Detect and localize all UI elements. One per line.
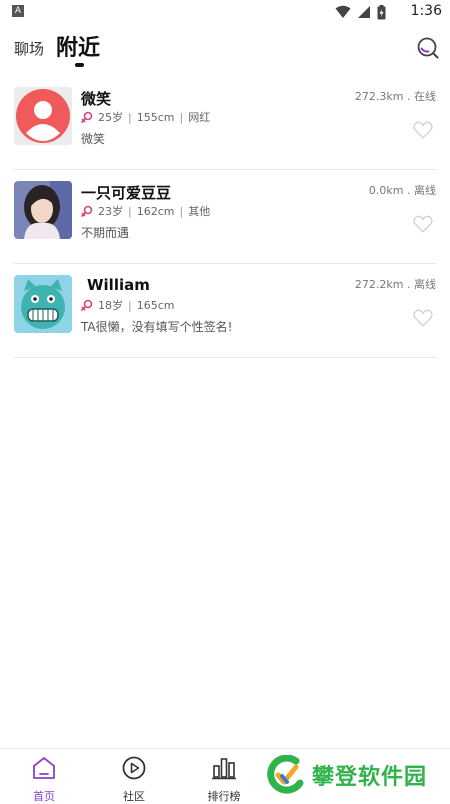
list-item[interactable]: 一只可爱豆豆 23岁 | 162cm | 其他 不期而遇 0.0km . 离线 [14,170,436,264]
distance-status: 272.3km . 在线 [354,90,436,103]
distance-status: 0.0km . 离线 [368,184,436,197]
user-signature: 不期而遇 [81,226,130,240]
user-age: 23岁 [98,205,123,218]
user-meta: 18岁 | 165cm [81,297,174,313]
list-item[interactable]: 微笑 25岁 | 155cm | 网红 微笑 272.3km . 在线 [14,76,436,170]
user-height: 155cm [136,110,175,124]
user-tag: 网红 [188,111,211,124]
female-icon [81,205,93,217]
user-meta: 23岁 | 162cm | 其他 [81,203,210,219]
user-tag: 其他 [188,205,211,218]
status-icons [335,4,386,20]
clock: 1:36 [410,3,442,19]
active-tab-indicator [75,63,84,67]
battery-icon [377,4,386,19]
user-age: 25岁 [98,111,123,124]
community-play-icon [122,756,146,780]
user-height: 165cm [136,298,175,312]
heart-icon[interactable] [412,307,434,329]
female-icon [81,299,93,311]
nav-community[interactable]: 社区 [104,755,164,804]
top-header: 聊场 附近 [0,28,450,72]
heart-icon[interactable] [412,119,434,141]
watermark-logo-icon [267,755,304,794]
nav-home-label: 首页 [33,790,55,803]
avatar[interactable] [14,87,72,145]
nav-home[interactable]: 首页 [14,755,74,804]
tab-plaza[interactable]: 聊场 [14,38,44,59]
watermark-text: 攀登软件园 [312,765,428,790]
user-signature: 微笑 [81,132,106,146]
avatar[interactable] [14,181,72,239]
user-name: William [87,276,150,294]
nav-ranking[interactable]: 排行榜 [194,755,254,804]
user-meta: 25岁 | 155cm | 网红 [81,109,210,125]
user-age: 18岁 [98,299,123,312]
user-signature: TA很懒，没有填写个性签名! [81,320,233,334]
home-icon [33,757,55,779]
wifi-icon [335,5,351,18]
notification-icon: A [12,5,24,17]
distance-status: 272.2km . 离线 [354,278,436,291]
cartoon-cat-avatar [14,275,72,333]
heart-icon[interactable] [412,213,434,235]
nav-community-label: 社区 [123,790,145,803]
watermark: 攀登软件园 [266,752,446,798]
signal-icon [358,6,370,18]
ranking-bars-icon [212,758,236,780]
tab-nearby[interactable]: 附近 [56,30,100,62]
list-item[interactable]: William 18岁 | 165cm TA很懒，没有填写个性签名! 272.2… [14,264,436,358]
user-name: 一只可爱豆豆 [81,184,172,202]
photo-avatar [14,181,72,239]
status-bar: A 1:36 [0,0,450,24]
default-avatar-icon [14,87,72,145]
search-icon[interactable] [416,36,440,60]
nearby-user-list: 微笑 25岁 | 155cm | 网红 微笑 272.3km . 在线 一只可爱… [14,76,436,358]
nav-ranking-label: 排行榜 [207,790,241,803]
avatar[interactable] [14,275,72,333]
user-height: 162cm [136,204,175,218]
female-icon [81,111,93,123]
user-name: 微笑 [81,90,112,108]
